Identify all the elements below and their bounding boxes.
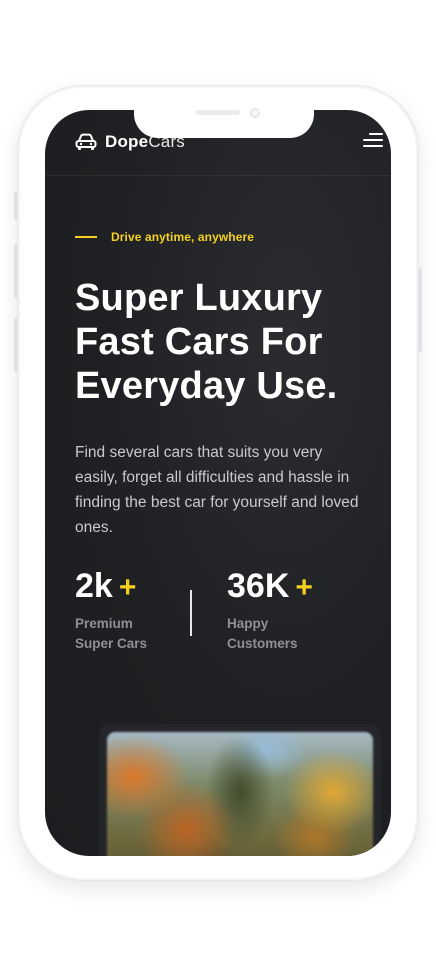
- car-icon: [75, 133, 97, 150]
- stat-label: Happy Customers: [227, 614, 337, 654]
- phone-notch: [134, 96, 314, 138]
- stat-number: 36K: [227, 567, 290, 605]
- stat-label-line-2: Customers: [227, 636, 298, 651]
- stats-row: 2k + Premium Super Cars 36K + Happy Custom…: [75, 566, 375, 656]
- hero-headline: Super Luxury Fast Cars For Everyday Use.: [75, 276, 385, 408]
- hamburger-menu-icon[interactable]: [361, 132, 383, 150]
- phone-camera: [250, 108, 260, 118]
- stats-divider: [190, 590, 192, 636]
- stat-label-line-2: Super Cars: [75, 636, 148, 651]
- stat-happy-customers: 36K + Happy Customers: [227, 566, 337, 654]
- hero-tagline: Drive anytime, anywhere: [75, 230, 254, 244]
- stat-plus: +: [295, 571, 313, 604]
- stat-plus: +: [118, 571, 137, 604]
- hero-image: [107, 732, 373, 856]
- hero-image-card: [99, 724, 381, 856]
- stat-premium-cars: 2k + Premium Super Cars: [75, 566, 185, 654]
- stat-label-line-1: Premium: [75, 616, 133, 631]
- phone-screen: DopeCars Drive anytime, anywhere Super L…: [45, 110, 391, 856]
- headline-line-2: Fast Cars For: [75, 321, 323, 363]
- tagline-text: Drive anytime, anywhere: [111, 230, 255, 244]
- page: DopeCars Drive anytime, anywhere Super L…: [0, 0, 436, 966]
- tagline-accent-line: [75, 236, 97, 238]
- headline-line-3: Everyday Use.: [75, 365, 338, 407]
- stat-label: Premium Super Cars: [75, 614, 185, 654]
- stat-number: 2k: [75, 567, 113, 605]
- headline-line-1: Super Luxury: [75, 277, 323, 319]
- stat-label-line-1: Happy: [227, 616, 269, 631]
- phone-power-button: [418, 268, 422, 352]
- brand-bold: Dope: [105, 132, 149, 151]
- hero-description: Find several cars that suits you very ea…: [75, 444, 359, 536]
- phone-speaker: [196, 110, 240, 115]
